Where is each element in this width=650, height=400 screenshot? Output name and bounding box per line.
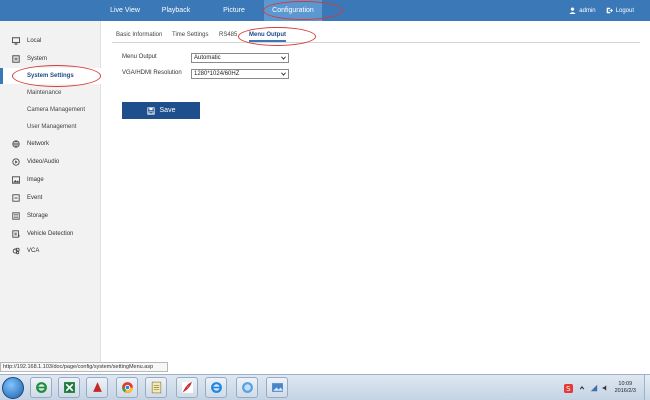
menu-output-value: Automatic: [194, 55, 221, 61]
pdf-taskbar-icon[interactable]: [176, 377, 198, 398]
event-icon: [12, 194, 20, 202]
logout-icon: [606, 7, 613, 14]
vga-hdmi-resolution-label: VGA/HDMI Resolution: [122, 70, 182, 76]
logout-link[interactable]: Logout: [606, 7, 634, 14]
sidebar-item-video-audio[interactable]: Video/Audio: [0, 154, 101, 170]
globe-icon: [12, 140, 20, 148]
sidebar-item-vehicle-detection[interactable]: Vehicle Detection: [0, 226, 101, 242]
tray-app-icon[interactable]: S: [563, 383, 573, 393]
image-icon: [12, 176, 20, 184]
sidebar-item-label: Event: [27, 195, 43, 201]
browser-icon: [210, 382, 222, 393]
tab-basic-information[interactable]: Basic Information: [116, 28, 162, 42]
video-icon: [12, 158, 20, 166]
chrome-taskbar-icon[interactable]: [116, 377, 138, 398]
clock-date: 2016/2/3: [614, 388, 636, 394]
chrome-icon: [121, 382, 133, 393]
top-nav-bar: Live View Playback Picture Configuration…: [0, 0, 650, 21]
red-app-icon: [92, 382, 102, 392]
nav-live-view[interactable]: Live View: [101, 0, 149, 21]
sidebar-item-network[interactable]: Network: [0, 136, 101, 152]
notes-taskbar-icon[interactable]: [145, 377, 167, 398]
globe-app-icon: [241, 382, 253, 393]
sidebar-item-event[interactable]: Event: [0, 190, 101, 206]
vehicle-detection-icon: [12, 230, 20, 238]
nav-playback[interactable]: Playback: [152, 0, 200, 21]
sidebar-item-vca[interactable]: VCA: [0, 243, 101, 259]
sidebar: Local System System Settings Maintenance…: [0, 21, 101, 371]
notes-icon: [151, 381, 161, 394]
menu-output-label: Menu Output: [122, 54, 157, 60]
windows-start-button[interactable]: [2, 377, 24, 399]
network-icon[interactable]: [590, 384, 598, 392]
svg-text:S: S: [566, 384, 571, 393]
taskbar-clock[interactable]: 10:09 2016/2/3: [615, 381, 636, 395]
ie-taskbar-icon[interactable]: [30, 377, 52, 398]
sidebar-item-label: Video/Audio: [27, 159, 60, 165]
status-url: http://192.168.1.103/doc/page/config/sys…: [0, 362, 168, 372]
save-button[interactable]: Save: [122, 102, 200, 119]
sidebar-item-image[interactable]: Image: [0, 172, 101, 188]
tab-time-settings[interactable]: Time Settings: [172, 28, 208, 42]
save-label: Save: [159, 107, 176, 114]
tray-expand-icon[interactable]: [579, 385, 585, 391]
sidebar-item-label: Storage: [27, 213, 49, 219]
sidebar-item-system-settings[interactable]: System Settings: [0, 68, 101, 84]
sidebar-item-label: Local: [27, 38, 42, 44]
nav-configuration[interactable]: Configuration: [264, 0, 322, 21]
taskbar: S 10:09 2016/2/3: [0, 374, 650, 400]
vga-hdmi-resolution-select[interactable]: 1280*1024/60HZ: [191, 69, 289, 79]
volume-icon[interactable]: [602, 384, 609, 392]
user-menu[interactable]: admin: [569, 7, 596, 14]
sidebar-item-storage[interactable]: Storage: [0, 208, 101, 224]
menu-output-select[interactable]: Automatic: [191, 53, 289, 63]
app-taskbar-icon[interactable]: [86, 377, 108, 398]
clock-time: 10:09: [618, 381, 633, 387]
vca-icon: [12, 247, 20, 255]
settings-tabs: Basic Information Time Settings RS485 Me…: [112, 28, 640, 43]
globe-taskbar-icon[interactable]: [236, 377, 258, 398]
nav-picture[interactable]: Picture: [210, 0, 258, 21]
sidebar-item-user-management[interactable]: User Management: [0, 119, 101, 135]
monitor-icon: [12, 37, 20, 45]
system-tray: S 10:09 2016/2/3: [563, 375, 650, 400]
chevron-down-icon: [279, 54, 287, 62]
sidebar-item-label: Network: [27, 141, 50, 147]
tab-rs485[interactable]: RS485: [219, 28, 237, 42]
sidebar-item-label: Image: [27, 177, 44, 183]
image-viewer-taskbar-icon[interactable]: [266, 377, 288, 398]
sidebar-item-label: System: [27, 56, 48, 62]
picture-icon: [271, 383, 283, 392]
tab-menu-output[interactable]: Menu Output: [249, 28, 286, 42]
pdf-icon: [181, 381, 193, 393]
ie-active-taskbar-icon[interactable]: [205, 377, 227, 398]
ie-icon: [35, 382, 47, 393]
user-area: admin Logout: [559, 0, 634, 21]
logout-label: Logout: [615, 7, 634, 14]
sidebar-item-label: VCA: [27, 248, 40, 254]
excel-taskbar-icon[interactable]: [58, 377, 80, 398]
sidebar-item-system[interactable]: System: [0, 51, 101, 67]
system-icon: [12, 55, 20, 63]
show-desktop-button[interactable]: [644, 375, 650, 400]
sidebar-item-label: Vehicle Detection: [27, 231, 74, 237]
user-icon: [569, 7, 576, 14]
excel-icon: [63, 382, 75, 393]
floppy-disk-icon: [146, 106, 155, 115]
chevron-down-icon: [279, 70, 287, 78]
storage-icon: [12, 212, 20, 220]
sidebar-item-local[interactable]: Local: [0, 33, 101, 49]
sidebar-item-camera-management[interactable]: Camera Management: [0, 102, 101, 118]
vga-hdmi-resolution-value: 1280*1024/60HZ: [194, 71, 240, 77]
username: admin: [579, 7, 596, 14]
sidebar-item-maintenance[interactable]: Maintenance: [0, 85, 101, 101]
